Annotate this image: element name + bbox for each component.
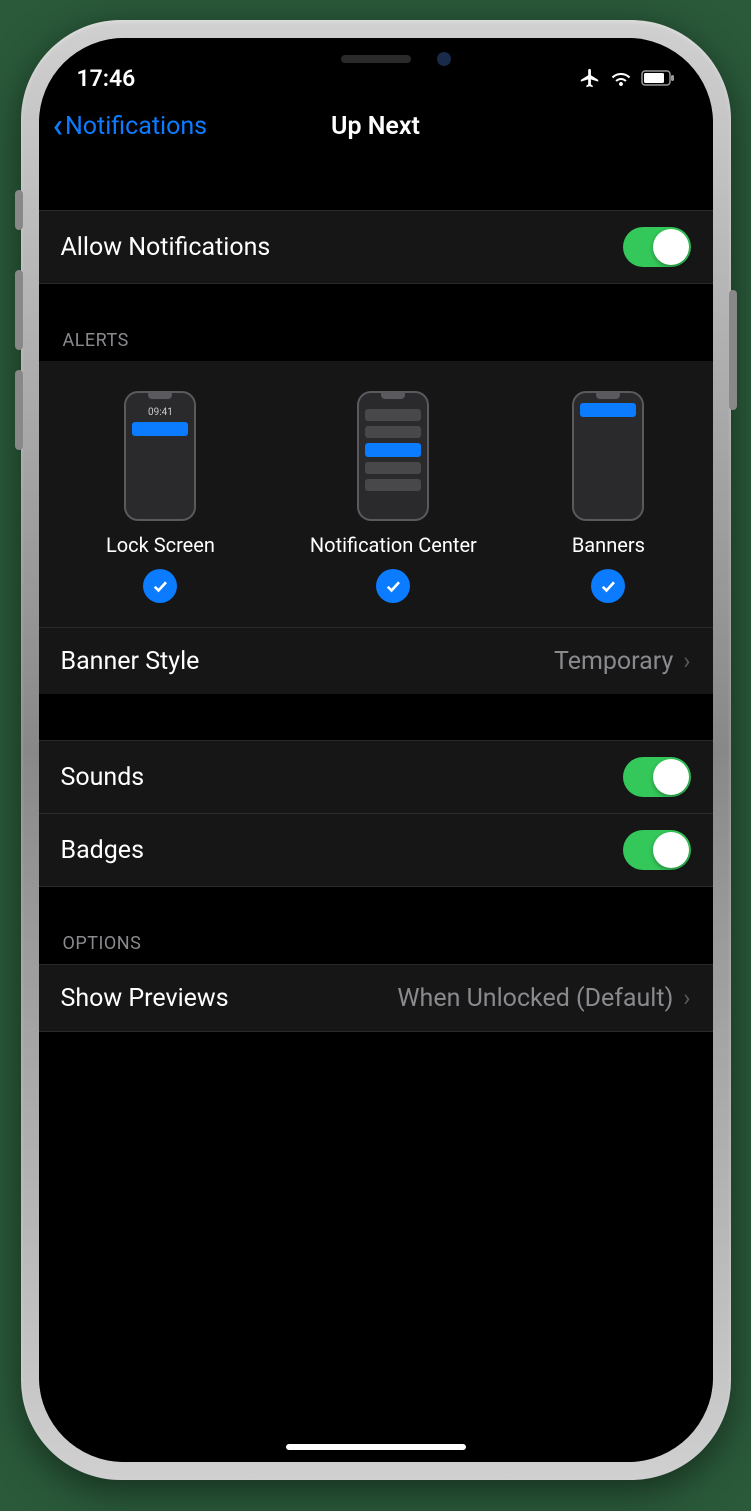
chevron-right-icon: ›: [683, 984, 690, 1012]
screen: 17:46 ‹ Notifications Up Next A: [39, 38, 713, 1462]
nav-bar: ‹ Notifications Up Next: [39, 98, 713, 154]
silence-switch: [15, 190, 23, 230]
options-header: OPTIONS: [39, 933, 713, 964]
chevron-left-icon: ‹: [53, 106, 63, 146]
banners-label: Banners: [572, 533, 645, 557]
badges-label: Badges: [61, 836, 144, 865]
status-time: 17:46: [77, 65, 136, 92]
volume-down: [15, 370, 23, 450]
airplane-icon: [579, 67, 601, 89]
back-label: Notifications: [65, 112, 207, 141]
sounds-row: Sounds: [39, 741, 713, 814]
wifi-icon: [609, 68, 633, 88]
lock-screen-label: Lock Screen: [106, 533, 215, 557]
show-previews-row[interactable]: Show Previews When Unlocked (Default) ›: [39, 965, 713, 1031]
check-icon: [151, 577, 169, 595]
home-indicator[interactable]: [286, 1444, 466, 1450]
check-icon: [384, 577, 402, 595]
alert-option-banners[interactable]: Banners: [572, 391, 645, 603]
device-notch: [236, 38, 516, 80]
banners-check: [591, 569, 625, 603]
lock-screen-check: [143, 569, 177, 603]
sounds-switch[interactable]: [623, 757, 691, 797]
device-frame: 17:46 ‹ Notifications Up Next A: [21, 20, 731, 1480]
check-icon: [599, 577, 617, 595]
allow-label: Allow Notifications: [61, 233, 271, 262]
power-button: [729, 290, 737, 410]
lock-screen-mock-icon: 09:41: [124, 391, 196, 521]
notification-center-check: [376, 569, 410, 603]
alerts-header: ALERTS: [39, 330, 713, 361]
notification-center-mock-icon: [357, 391, 429, 521]
sounds-label: Sounds: [61, 763, 145, 792]
banner-style-value: Temporary: [554, 647, 673, 676]
back-button[interactable]: ‹ Notifications: [53, 106, 208, 146]
show-previews-label: Show Previews: [61, 984, 229, 1013]
alert-option-notification-center[interactable]: Notification Center: [310, 391, 477, 603]
page-title: Up Next: [331, 112, 420, 141]
show-previews-value: When Unlocked (Default): [397, 984, 673, 1013]
alert-option-lock-screen[interactable]: 09:41 Lock Screen: [106, 391, 215, 603]
volume-up: [15, 270, 23, 350]
chevron-right-icon: ›: [683, 647, 690, 675]
banner-style-row[interactable]: Banner Style Temporary ›: [39, 628, 713, 694]
allow-notifications-switch[interactable]: [623, 227, 691, 267]
banners-mock-icon: [572, 391, 644, 521]
allow-notifications-row: Allow Notifications: [39, 211, 713, 283]
badges-row: Badges: [39, 814, 713, 886]
badges-switch[interactable]: [623, 830, 691, 870]
banner-style-label: Banner Style: [61, 647, 200, 676]
battery-icon: [641, 70, 675, 86]
notification-center-label: Notification Center: [310, 533, 477, 557]
